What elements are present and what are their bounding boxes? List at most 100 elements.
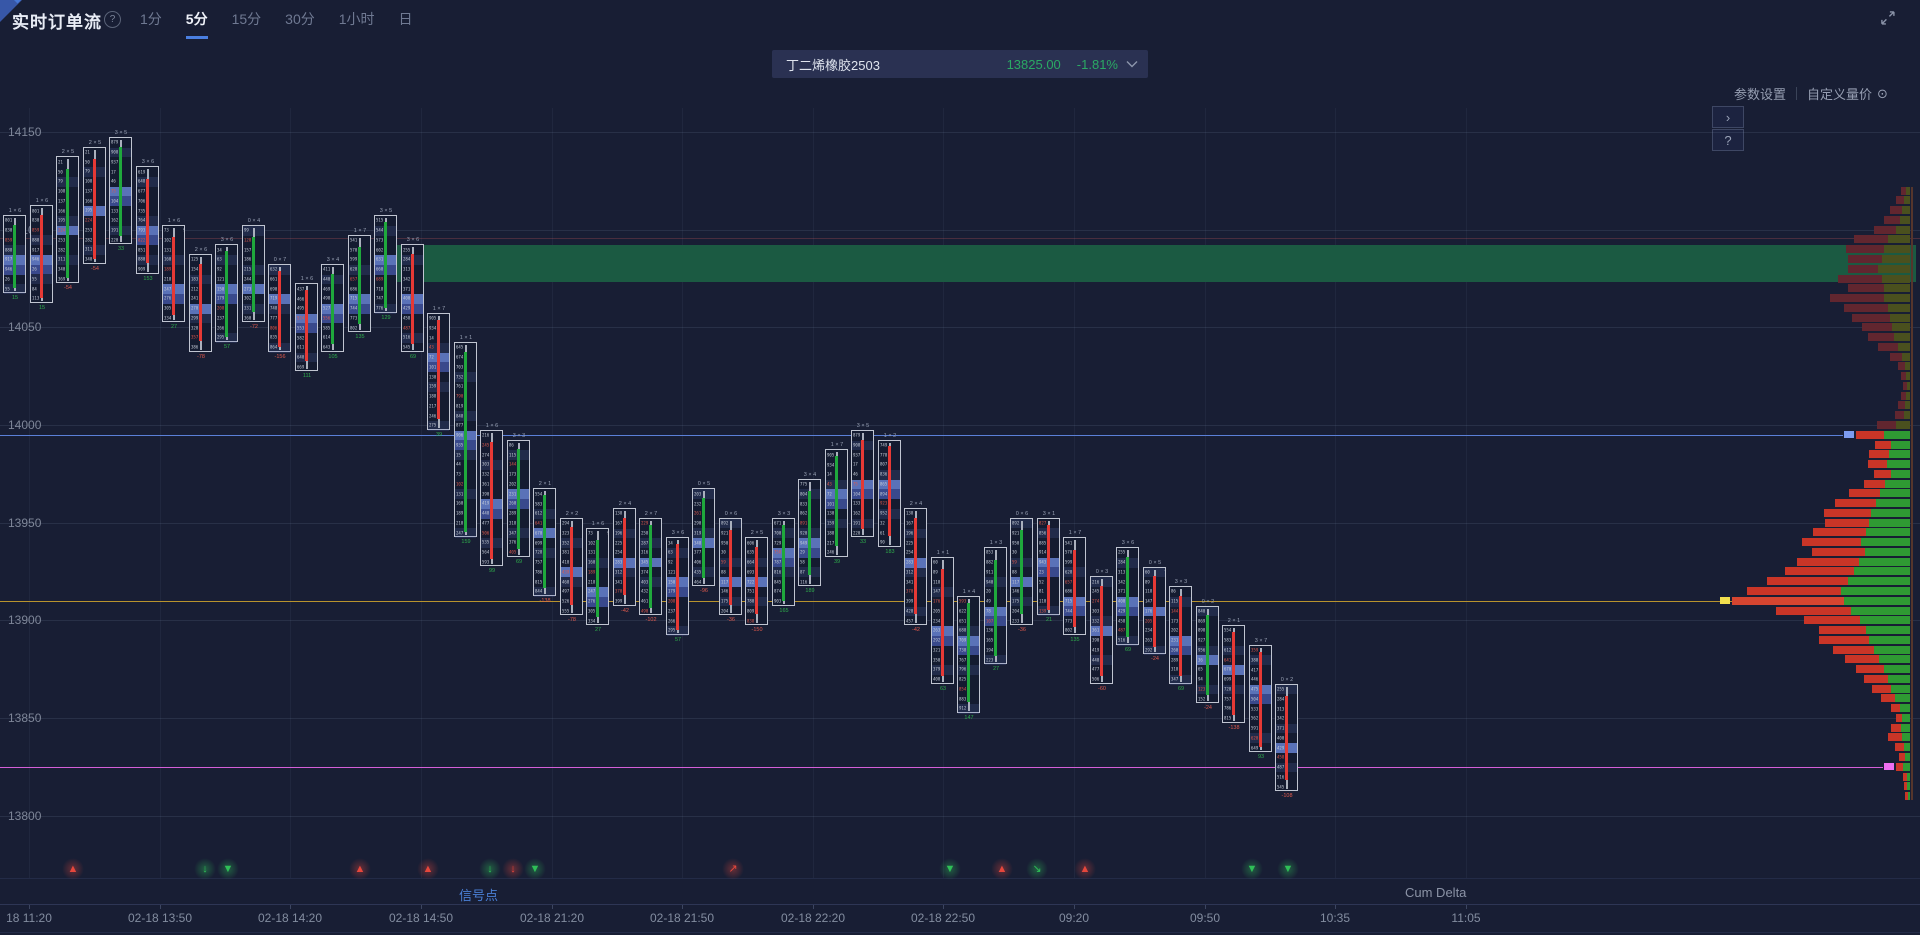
profile-sell-bar [1813, 528, 1866, 536]
cluster-delta-text: 93 [1244, 754, 1277, 760]
footprint-cluster[interactable]: 4375694666104956515246925537335827746118… [295, 283, 318, 371]
signal-marker[interactable]: ↗ [722, 858, 744, 880]
footprint-cluster[interactable]: 2131750358793991084401374811665221955632… [56, 156, 79, 283]
bid-volume-cell: 776 [376, 306, 383, 310]
cluster-delta-text: -36 [714, 617, 747, 623]
signal-marker[interactable]: ▼ [524, 858, 546, 880]
x-axis-tick [421, 905, 422, 909]
footprint-cluster[interactable]: 8791989082399372801732146362754031044441… [851, 430, 874, 537]
bid-volume-cell: 157 [244, 248, 251, 252]
bid-volume-cell: 599 [350, 258, 357, 262]
footprint-cluster[interactable]: 5547225837636128046418456708866999277281… [533, 488, 556, 595]
footprint-cluster[interactable]: 1381781672191962602253012543422833833124… [904, 508, 927, 625]
bid-volume-cell: 102 [164, 238, 171, 242]
footprint-cluster[interactable]: 4115354405764696174986585276995567405857… [321, 264, 344, 352]
footprint-cluster[interactable]: 8019683013785917888821991726094630126342… [30, 205, 53, 303]
bid-volume-cell: 162 [853, 511, 860, 515]
footprint-cluster[interactable]: 9052329342731431443355723961014371304781… [427, 313, 450, 430]
bid-volume-cell: 166 [85, 199, 92, 203]
bid-volume-cell: 340 [58, 267, 65, 271]
signal-marker[interactable]: ↓ [502, 858, 524, 880]
footprint-cluster[interactable]: 8640211544314448417352520256623160726064… [507, 440, 530, 557]
footprint-cluster[interactable]: 2165722456132746543036953327363617773908… [480, 430, 503, 567]
footprint-cluster[interactable]: 7393102134131175160216189257218298247339… [586, 528, 609, 626]
bid-volume-cell: 490 [641, 609, 648, 613]
footprint-cluster[interactable]: 7756280410383314486218589122692026794930… [798, 479, 821, 586]
footprint-cluster[interactable]: 5547225837636128046418456708866999277281… [1222, 625, 1245, 723]
bid-volume-cell: 99 [244, 228, 249, 232]
footprint-cluster[interactable]: 6718757009167298758497879081613184517287… [772, 518, 795, 606]
footprint-cluster[interactable]: 6198076488486778897069307352276463793104… [136, 166, 159, 273]
bid-volume-cell: 152 [1198, 697, 1205, 701]
cum-delta-label[interactable]: Cum Delta [1405, 885, 1466, 900]
footprint-cluster[interactable]: 5417055707465997876288286578696869107159… [348, 235, 371, 333]
bid-volume-cell: 370 [615, 590, 622, 594]
cluster-delta-text: 135 [343, 334, 376, 340]
footprint-cluster[interactable]: 6036889409118450147491176532205573234614… [931, 557, 954, 684]
cluster-delta-text: -102 [634, 617, 667, 623]
footprint-cluster[interactable]: 8791989082399372801732146362754031044441… [109, 137, 132, 244]
footprint-cluster[interactable]: 8922159212569502973033859379884201174611… [1010, 518, 1033, 625]
footprint-cluster[interactable]: 2553312843723134133424543714954005364295… [1116, 547, 1139, 645]
bid-volume-cell: 554 [1224, 629, 1231, 633]
signal-marker[interactable]: ▼ [1277, 858, 1299, 880]
signal-marker[interactable]: ↓ [479, 858, 501, 880]
signal-marker[interactable]: ▼ [939, 858, 961, 880]
footprint-cluster[interactable]: 5156715447125737536027946318356608766899… [374, 215, 397, 313]
profile-sell-bar [1862, 323, 1892, 331]
cluster-header-text: 3 × 6 [210, 237, 243, 243]
footprint-cluster[interactable]: 8531648822059112469402872032849369784101… [984, 547, 1007, 664]
buy-signal-icon: ▲ [423, 864, 434, 875]
signal-marker[interactable]: ▲ [62, 858, 84, 880]
footprint-cluster[interactable]: 7393102134131175160216189257218298247339… [162, 225, 185, 323]
footprint-cluster[interactable]: 2553312843723134133424543714954005364295… [401, 244, 424, 351]
footprint-cluster[interactable]: 8271308561718852129142539432942333552376… [1037, 518, 1060, 616]
footprint-cluster[interactable]: 6328246618656909067199477483977780806121… [268, 264, 291, 352]
footprint-cluster[interactable]: 5417055707465997876288286578696869107159… [1063, 537, 1086, 635]
bid-volume-cell: 883 [959, 697, 966, 701]
footprint-cluster[interactable]: 3433463375924161214571504981795392085802… [215, 244, 238, 342]
footprint-cluster[interactable]: 2131750358793991084401374811665221955632… [83, 147, 106, 264]
signal-marker[interactable]: ▲ [991, 858, 1013, 880]
footprint-cluster[interactable]: 2162802453212743623034033324443614853905… [1090, 576, 1113, 683]
footprint-cluster[interactable]: 8640211544314448417352520256623160726064… [1169, 586, 1192, 684]
signal-marker[interactable]: ▲ [1074, 858, 1096, 880]
footprint-cluster[interactable]: 6458416748827039237321576156790978191388… [454, 342, 477, 537]
footprint-cluster[interactable]: 8922159212569502973033859379884201174611… [719, 518, 742, 616]
order-flow-chart[interactable]: 1415014100140501400013950139001385013800… [0, 0, 1920, 935]
signal-marker[interactable]: ▼ [1241, 858, 1263, 880]
footprint-cluster[interactable]: 9052329342731431443355723961014371304781… [825, 449, 848, 556]
signal-marker[interactable]: ↘ [1026, 858, 1048, 880]
signal-marker[interactable]: ▲ [349, 858, 371, 880]
signal-marker[interactable]: ▲ [417, 858, 439, 880]
bid-volume-cell: 321 [933, 648, 940, 652]
signal-marker[interactable]: ↓ [194, 858, 216, 880]
bid-volume-cell: 864 [270, 345, 277, 349]
footprint-cluster[interactable]: 2295892586302876713167123457533747944038… [639, 518, 662, 616]
signal-marker[interactable]: ▼ [217, 858, 239, 880]
bid-volume-cell: 943 [1039, 560, 1046, 564]
signal-points-label[interactable]: 信号点 [459, 885, 498, 904]
bid-volume-cell: 292 [1145, 648, 1152, 652]
footprint-cluster[interactable]: 8401478691888982299272709563113635265393… [1196, 606, 1219, 704]
bid-volume-cell: 956 [1198, 648, 1205, 652]
footprint-cluster[interactable]: 2556232846643137053427463717874008284298… [1275, 684, 1298, 791]
footprint-cluster[interactable]: 1381781672191962602253012543422833833124… [613, 508, 636, 606]
bid-volume-cell: 244 [244, 277, 251, 281]
bid-volume-cell: 399 [906, 599, 913, 603]
cluster-delta-text: -60 [1085, 685, 1118, 691]
footprint-cluster[interactable]: 6076891171181581471991762402052812343222… [1143, 567, 1166, 655]
footprint-cluster[interactable]: 9941912846015750118654221558324462427366… [242, 225, 265, 323]
footprint-cluster[interactable]: 6067906358316648726939137229547514678087… [745, 537, 768, 625]
footprint-cluster[interactable]: 1254531544941835352125762416172706582996… [189, 254, 212, 352]
footprint-cluster[interactable]: 7492877869807110836151865192894233923274… [878, 440, 901, 547]
footprint-cluster[interactable]: 3594673885084175494465904756315046725337… [1249, 645, 1272, 752]
footprint-cluster[interactable]: 2035552325962616372906783197193487603778… [692, 488, 715, 586]
bid-volume-cell: 390 [1092, 638, 1099, 642]
footprint-cluster[interactable]: 5937736228146518556808967099377382976770… [957, 596, 980, 713]
profile-buy-bar [1891, 470, 1910, 478]
bid-volume-cell: 719 [270, 297, 277, 301]
footprint-cluster[interactable]: 3433463375924161214571504981795392085802… [666, 537, 689, 635]
footprint-cluster[interactable]: 8019683013785917888821991726094630126342… [3, 215, 26, 293]
footprint-cluster[interactable]: 2943823234233524643815054105464395874686… [560, 518, 583, 616]
